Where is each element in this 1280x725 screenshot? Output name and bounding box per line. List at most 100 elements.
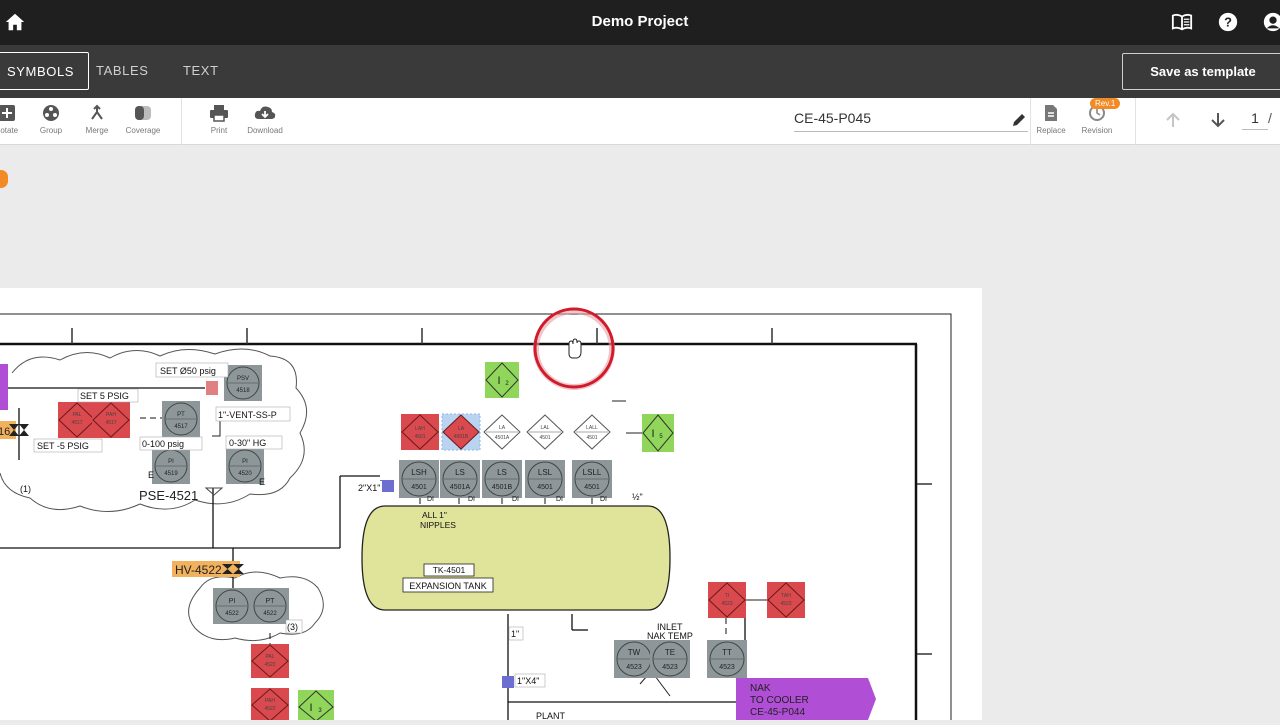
ti-4523-symbol[interactable]: TI 4523 <box>708 582 746 618</box>
interlock-3-symbol[interactable]: I 3 <box>298 690 334 722</box>
print-icon <box>210 105 228 122</box>
half-inch-label: ½" <box>632 492 643 502</box>
tt-tag: TT <box>722 648 732 657</box>
document-name-field[interactable]: CE-45-P045 <box>794 110 1028 132</box>
ls-4501a-symbol[interactable]: LS 4501A <box>440 460 480 498</box>
lsh-num: 4501 <box>411 484 427 491</box>
print-button[interactable]: Print <box>194 104 244 135</box>
one-by-four-label: 1"X4" <box>517 676 539 686</box>
lall-4501-symbol[interactable]: LALL 4501 <box>573 414 611 450</box>
page-number-input[interactable]: 1 <box>1242 110 1268 130</box>
lal-num: 4501 <box>539 435 550 441</box>
group-button[interactable]: Group <box>26 104 76 135</box>
annotate-label: notate <box>0 126 19 135</box>
interlock-2-symbol[interactable]: I 2 <box>485 362 519 398</box>
pi4519-num: 4519 <box>164 471 178 477</box>
di-label-3: DI <box>512 496 519 503</box>
lsll-4501-symbol[interactable]: LSLL 4501 <box>572 460 612 498</box>
tt-num: 4523 <box>719 664 735 671</box>
print-label: Print <box>210 126 228 135</box>
pi-4522-symbol[interactable]: PI 4522 <box>213 588 251 624</box>
pt-4522-symbol[interactable]: PT 4522 <box>251 588 289 624</box>
lah-4501-symbol[interactable]: LAH 4501 <box>401 414 439 450</box>
revision-label: Revision <box>1081 126 1113 135</box>
pah-tag: PAH <box>106 412 116 418</box>
fitting-marker-2[interactable] <box>502 676 514 688</box>
ti-tag: TI <box>725 593 729 599</box>
pal-tag: PAL <box>72 412 81 418</box>
tab-symbols[interactable]: SYMBOLS <box>0 52 90 90</box>
nak-offpage-connector[interactable]: NAK TO COOLER CE-45-P044 <box>736 678 876 720</box>
book-icon[interactable] <box>1171 11 1193 33</box>
replace-button[interactable]: Replace <box>1026 104 1076 135</box>
project-title: Demo Project <box>591 13 689 30</box>
la-4501a-symbol[interactable]: LA 4501A <box>483 414 521 450</box>
fitting-marker[interactable] <box>380 480 394 492</box>
merge-button[interactable]: Merge <box>72 104 122 135</box>
replace-label: Replace <box>1036 126 1066 135</box>
lia-num: 4501B <box>454 434 469 440</box>
valve-16-symbol[interactable]: 16 <box>0 421 29 439</box>
arrow-up-icon[interactable] <box>1164 111 1182 129</box>
lsh-4501-symbol[interactable]: LSH 4501 <box>399 460 439 498</box>
lal-4501-symbol[interactable]: LAL 4501 <box>526 414 564 450</box>
set5-label: SET 5 PSIG <box>80 391 129 401</box>
pal4522-tag: PAL <box>265 654 274 660</box>
la-4501b-symbol-selected[interactable]: LA 4501B <box>441 413 481 451</box>
tah-4523-symbol[interactable]: TAH 4523 <box>767 582 805 618</box>
tt-4523-symbol[interactable]: TT 4523 <box>707 640 747 678</box>
coverage-icon <box>135 106 151 120</box>
pah-4517-symbol[interactable]: PAH 4517 <box>92 402 130 438</box>
download-button[interactable]: Download <box>240 104 290 135</box>
pah-4522-symbol[interactable]: PAH 4522 <box>251 688 289 722</box>
set50-label: SET Ø50 psig <box>160 366 216 376</box>
toolbar: notate Group Merge Coverage Print Downlo… <box>0 98 1280 145</box>
relief-marker[interactable] <box>206 381 218 395</box>
di-label-2: DI <box>468 496 475 503</box>
la-num: 4501A <box>495 435 510 441</box>
pt-4517-symbol[interactable]: PT 4517 <box>162 401 200 437</box>
coverage-button[interactable]: Coverage <box>118 104 168 135</box>
pi4519-tag: PI <box>168 459 174 465</box>
offpage-connector-left[interactable] <box>0 364 8 410</box>
account-icon[interactable] <box>1262 11 1280 33</box>
nak-label-1: NAK <box>750 683 771 694</box>
pal-4522-symbol[interactable]: PAL 4522 <box>251 644 289 678</box>
nak-label-2: TO COOLER <box>750 695 809 706</box>
hv-4522-valve[interactable]: HV-4522 <box>172 561 244 577</box>
psv-4518-symbol[interactable]: PSV 4518 <box>224 365 262 401</box>
ti-num: 4523 <box>721 601 732 607</box>
replace-file-icon <box>1045 105 1057 121</box>
arrow-down-icon[interactable] <box>1209 111 1227 129</box>
page-separator: / <box>1268 110 1272 126</box>
notification-marker[interactable] <box>0 170 8 188</box>
e1-label: E <box>148 470 154 480</box>
tw-4523-symbol[interactable]: TW 4523 <box>614 640 654 678</box>
add-icon <box>0 105 15 121</box>
interlock-5-symbol[interactable]: I 5 <box>642 414 674 452</box>
ls-4501b-symbol[interactable]: LS 4501B <box>482 460 522 498</box>
lsl-4501-symbol[interactable]: LSL 4501 <box>525 460 565 498</box>
coverage-label: Coverage <box>125 126 161 135</box>
help-icon[interactable]: ? <box>1217 11 1239 33</box>
lah-num: 4501 <box>414 434 425 440</box>
tw-tag: TW <box>628 648 641 657</box>
i5-tag: I <box>651 428 654 440</box>
edit-pencil-icon[interactable] <box>1011 112 1027 128</box>
drawing-sheet[interactable]: TK-4501 EXPANSION TANK ALL 1" NIPPLES PA… <box>0 288 982 725</box>
pal-num: 4517 <box>71 420 82 426</box>
pi-4519-symbol[interactable]: PI 4519 <box>152 448 190 484</box>
pt4517-num: 4517 <box>174 424 188 430</box>
note1-label: (1) <box>20 484 31 494</box>
te-4523-symbol[interactable]: TE 4523 <box>650 640 690 678</box>
save-as-template-button[interactable]: Save as template <box>1122 53 1280 90</box>
lsb-num: 4501B <box>492 484 513 491</box>
i3-tag: I <box>309 702 312 714</box>
di-label-5: DI <box>600 496 607 503</box>
la-tag: LA <box>499 425 506 431</box>
download-label: Download <box>247 126 283 135</box>
merge-icon <box>91 104 103 120</box>
tab-text[interactable]: TEXT <box>169 52 233 90</box>
tab-tables[interactable]: TABLES <box>82 52 163 90</box>
pal-4517-symbol[interactable]: PAL 4517 <box>58 402 96 438</box>
